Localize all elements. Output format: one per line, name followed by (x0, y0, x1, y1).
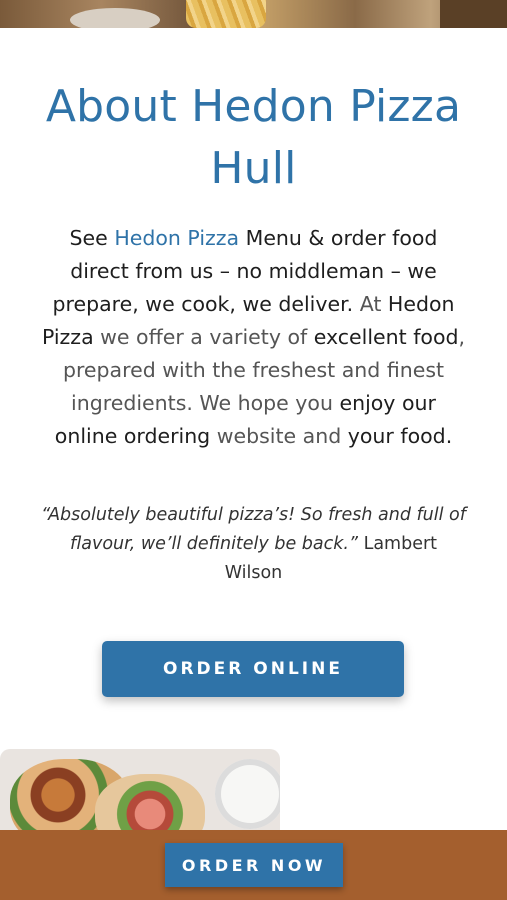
intro-paragraph: See Hedon Pizza Menu & order food direct… (39, 222, 469, 453)
intro-text: . (445, 424, 453, 448)
hero-fries (186, 0, 266, 28)
intro-text: your food (347, 424, 446, 448)
hero-plate (70, 8, 160, 28)
order-online-button[interactable]: ORDER ONLINE (102, 641, 404, 697)
intro-text: website and (210, 424, 348, 448)
hero-food-image (0, 0, 507, 28)
intro-text: excellent food (313, 325, 459, 349)
intro-text: At (353, 292, 388, 316)
intro-text: we offer a variety of (93, 325, 314, 349)
hedon-pizza-link[interactable]: Hedon Pizza (114, 226, 239, 250)
intro-text: See (69, 226, 115, 250)
dip-bowl-image (215, 759, 280, 829)
hero-board (440, 0, 507, 28)
about-section: About Hedon Pizza Hull See Hedon Pizza M… (0, 28, 507, 588)
page-title: About Hedon Pizza Hull (45, 81, 462, 194)
order-now-button[interactable]: ORDER NOW (165, 843, 343, 887)
testimonial: “Absolutely beautiful pizza’s! So fresh … (39, 501, 469, 588)
sticky-bottom-bar: ORDER NOW (0, 830, 507, 900)
food-image-card (0, 749, 280, 839)
